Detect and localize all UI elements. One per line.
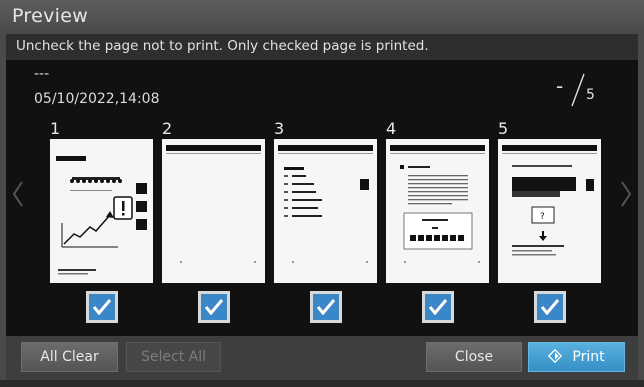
- page-checkbox-3[interactable]: [310, 291, 342, 323]
- checkmark-icon: [316, 299, 336, 316]
- page-thumbnail-5[interactable]: ?: [498, 139, 601, 283]
- checkmark-icon: [540, 299, 560, 316]
- instruction-bar: Uncheck the page not to print. Only chec…: [6, 34, 638, 60]
- page-checkbox-5[interactable]: [534, 291, 566, 323]
- bottom-edge: [0, 380, 644, 387]
- close-button[interactable]: Close: [426, 342, 522, 372]
- page-number: 5: [498, 119, 509, 138]
- page-checkbox-1[interactable]: [86, 291, 118, 323]
- page-checkbox-4[interactable]: [422, 291, 454, 323]
- print-button[interactable]: Print: [528, 342, 625, 372]
- page-number: 4: [386, 119, 397, 138]
- instruction-text: Uncheck the page not to print. Only chec…: [16, 38, 429, 54]
- page-3-preview: [278, 145, 373, 263]
- page-number: 3: [274, 119, 285, 138]
- print-button-label: Print: [572, 349, 605, 365]
- chevron-right-icon[interactable]: [618, 170, 634, 218]
- page-counter-total: 5: [586, 87, 595, 103]
- start-diamond-icon: [548, 349, 563, 363]
- page-1-preview: [56, 156, 147, 275]
- button-bar: All Clear Select All Close Print: [6, 336, 638, 380]
- page-counter-current: -: [556, 74, 564, 98]
- page-number: 2: [162, 119, 173, 138]
- select-all-button[interactable]: Select All: [126, 342, 221, 372]
- page-checkbox-2[interactable]: [198, 291, 230, 323]
- preview-dialog: Preview Uncheck the page not to print. O…: [0, 0, 644, 387]
- checkmark-icon: [204, 299, 224, 316]
- page-4-preview: [390, 145, 485, 263]
- job-name: ---: [34, 66, 50, 82]
- page-thumbnail-2[interactable]: [162, 139, 265, 283]
- dialog-title: Preview: [12, 5, 89, 27]
- checkmark-icon: [428, 299, 448, 316]
- page-5-preview: ?: [502, 145, 597, 256]
- page-2-preview: [166, 145, 261, 263]
- page-thumbnail-3[interactable]: [274, 139, 377, 283]
- preview-area: --- 05/10/2022,14:08 - 5 1 2 3 4 5 ?: [6, 60, 638, 336]
- title-bar: Preview: [0, 0, 644, 33]
- all-clear-button[interactable]: All Clear: [21, 342, 118, 372]
- page-thumbnail-1[interactable]: [50, 139, 153, 283]
- slash-icon: [571, 73, 585, 107]
- page-number: 1: [50, 119, 61, 138]
- svg-text:?: ?: [540, 212, 545, 222]
- page-thumbnail-4[interactable]: [386, 139, 489, 283]
- job-datetime: 05/10/2022,14:08: [34, 91, 160, 107]
- checkmark-icon: [92, 299, 112, 316]
- chevron-left-icon[interactable]: [10, 170, 26, 218]
